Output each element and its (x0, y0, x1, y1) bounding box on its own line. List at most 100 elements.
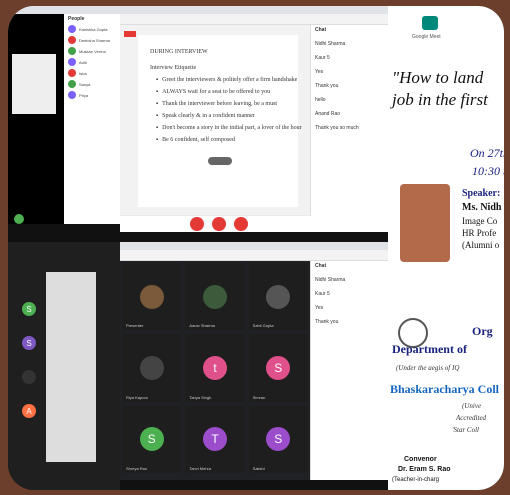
avatar (68, 58, 76, 66)
speaker-role: (Alumni o (462, 240, 500, 250)
participant-avatar: A (22, 404, 36, 418)
participant-row: Kanishka Gupta (68, 25, 116, 33)
taskbar (8, 224, 120, 242)
speaker-label: Speaker: (462, 188, 501, 199)
avatar (68, 25, 76, 33)
participant-name: Kanishka Gupta (79, 26, 108, 32)
participant-row: Isha (68, 69, 116, 77)
aegis-label: (Under the aegis of IQ (396, 364, 460, 372)
video-tile[interactable]: S Shreya Rao (122, 405, 182, 473)
slide-nav-controls[interactable] (208, 157, 232, 165)
leave-call-button[interactable] (212, 217, 226, 231)
avatar (68, 80, 76, 88)
address-bar[interactable] (120, 250, 388, 261)
chat-panel: Chat Nidhi Sharma Kaur 5 Yes Thank you (310, 261, 388, 480)
participant-avatar: S (139, 427, 164, 452)
participant-name: Deeksha Sharma (79, 37, 110, 43)
participant-name: Sanya (79, 81, 91, 87)
poster-title-line1: "How to land (392, 68, 484, 87)
participant-row: Priya (68, 91, 116, 99)
video-tile[interactable]: Presenter (122, 263, 182, 331)
participant-avatar (22, 370, 36, 384)
video-tile[interactable]: t Tanya Singh (185, 334, 245, 402)
green-avatar (14, 214, 24, 224)
chat-message: Nidhi Sharma (315, 277, 346, 283)
avatar (68, 91, 76, 99)
screenshot-collage: People Kanishka Gupta Deeksha Sharma Mus… (8, 6, 504, 490)
org-label: Org (472, 324, 493, 338)
participant-name: Aarav Sharma (189, 323, 215, 329)
top-left-window: People Kanishka Gupta Deeksha Sharma Mus… (8, 6, 120, 242)
speaker-name: Ms. Nidh (462, 202, 502, 213)
participant-avatar: t (202, 355, 227, 380)
date-line: On 27th J (470, 146, 504, 160)
chat-message: hello (315, 97, 326, 103)
mic-button[interactable] (190, 217, 204, 231)
speaker-role: HR Profe (462, 228, 497, 238)
participant-avatar: S (22, 302, 36, 316)
participant-name: Aditi (79, 59, 87, 65)
video-tile[interactable]: S Sakshi (248, 405, 308, 473)
participant-row: Sanya (68, 80, 116, 88)
participant-name: Sahil Gupta (252, 323, 274, 329)
meeting-toolbar (120, 216, 388, 232)
video-tiles: S S A (22, 302, 46, 418)
univ-label: (Unive (462, 402, 482, 410)
participant-row: Muskan Verma (68, 47, 116, 55)
slide-bullet: Speak clearly & in a confident manner (156, 113, 298, 119)
video-grid: Presenter Aarav Sharma Sahil Gupta Riya Kap… (120, 261, 310, 475)
camera-button[interactable] (234, 217, 248, 231)
participant-name: Tanya Singh (189, 394, 212, 400)
address-bar[interactable] (120, 14, 388, 25)
slide-subheading: Interview Etiquette (150, 65, 197, 71)
top-middle-window: DURING INTERVIEW Interview Etiquette Gre… (120, 6, 388, 242)
event-poster: Google Meet "How to land job in the firs… (388, 6, 504, 490)
slide-bullet: Greet the interviewers & politely offer … (156, 77, 298, 83)
video-tile[interactable]: T Tanvi Mehra (185, 405, 245, 473)
document-preview (46, 272, 96, 462)
video-tile[interactable]: Sahil Gupta (248, 263, 308, 331)
star-label: 'Star Coll (452, 426, 479, 434)
college-name: Bhaskaracharya Coll (390, 382, 500, 396)
slide-bullet: Don't become a story in the initial part… (156, 125, 302, 131)
participant-avatar: T (202, 427, 227, 452)
video-tile[interactable]: Riya Kapoor (122, 334, 182, 402)
chat-message: Thank you so much (315, 125, 359, 131)
participant-avatar: S (266, 427, 291, 452)
convenor-label: Convenor (404, 456, 437, 463)
avatar (68, 36, 76, 44)
slide: DURING INTERVIEW Interview Etiquette Gre… (138, 35, 302, 207)
video-tile[interactable]: S Simran (248, 334, 308, 402)
speaker-role: Image Co (462, 216, 498, 226)
chat-message: Yes (315, 305, 324, 311)
browser-tabs (120, 242, 388, 250)
chat-message: Anand Rao (315, 111, 341, 117)
participant-avatar: S (266, 355, 291, 380)
speaker-photo (400, 184, 450, 262)
meet-label: Google Meet (412, 34, 441, 40)
video-tile[interactable]: Aarav Sharma (185, 263, 245, 331)
convenor-name: Dr. Eram S. Rao (398, 466, 451, 473)
window-titlebar (8, 6, 120, 14)
poster-title-line2: job in the first (392, 90, 488, 109)
avatar (68, 69, 76, 77)
chat-title: Chat (315, 27, 327, 33)
participant-avatar: S (22, 336, 36, 350)
chat-message: Kaur 5 (315, 291, 330, 297)
chat-message: Thank you (315, 83, 339, 89)
slide-heading: DURING INTERVIEW (150, 49, 208, 55)
participant-avatar (139, 284, 164, 309)
participant-name: Simran (252, 394, 266, 400)
participant-name: Priya (79, 92, 89, 98)
bottom-middle-window: Presenter Aarav Sharma Sahil Gupta Riya Kap… (120, 242, 388, 490)
accredited-label: Accredited (456, 414, 487, 422)
slide-bullet: Be 6 confident, self composed (156, 137, 298, 143)
participant-name: Sakshi (252, 465, 265, 471)
chat-message: Thank you (315, 319, 339, 325)
chat-panel: Chat Nidhi Sharma Kaur 5 Yes Thank you h… (310, 25, 388, 216)
time-line: 10:30 to (472, 164, 504, 178)
participant-name: Isha (79, 70, 87, 76)
participant-avatar (202, 284, 227, 309)
participant-name: Shreya Rao (126, 465, 148, 471)
browser-tabs (120, 6, 388, 14)
